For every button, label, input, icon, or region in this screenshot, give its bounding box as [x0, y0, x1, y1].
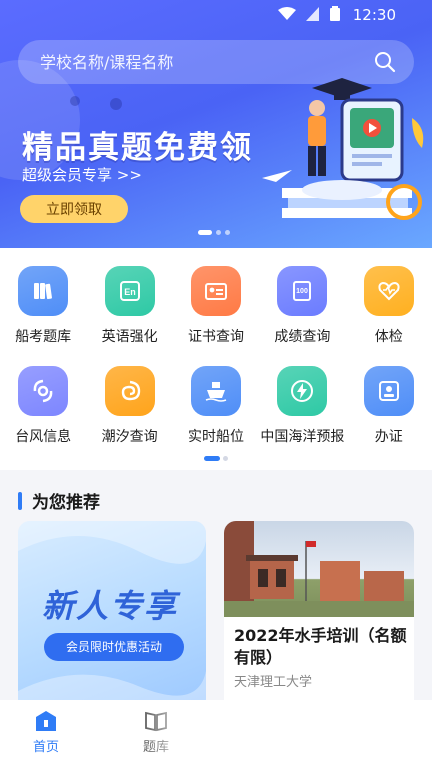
grid-item[interactable]: 潮汐查询	[86, 366, 172, 446]
promo-pill[interactable]: 会员限时优惠活动	[44, 633, 184, 661]
svg-text:En: En	[124, 287, 136, 297]
decor-dot	[70, 96, 80, 106]
course-photo	[224, 521, 414, 617]
search-input[interactable]	[40, 52, 360, 72]
grid-item-label: 成绩查询	[274, 329, 331, 345]
grid-pagination	[204, 456, 228, 461]
grid-item[interactable]: 体检	[346, 266, 432, 346]
promo-title: 新人专享	[42, 587, 179, 625]
section-title: 为您推荐	[32, 493, 100, 513]
grid-item-label: 中国海洋预报	[260, 429, 345, 445]
id-card-icon	[363, 366, 414, 416]
battery-icon	[330, 6, 340, 21]
feature-grid: 船考题库 En 英语强化 证书查询 100 成绩查询 体检台风信息 潮汐查询 实时船位 中国海洋预…	[0, 266, 432, 446]
banner-title: 精品真题免费领	[22, 130, 253, 166]
ship-icon	[190, 366, 241, 416]
course-card[interactable]: 2022年水手培训（名额有限） 天津理工大学	[224, 521, 414, 711]
grid-item[interactable]: 100 成绩查询	[259, 266, 345, 346]
grid-item-label: 体检	[374, 329, 403, 345]
grid-item[interactable]: 实时船位	[173, 366, 259, 446]
grid-item-label: 船考题库	[15, 329, 72, 345]
bottom-nav: 首页 题库	[0, 700, 432, 768]
status-time: 12:30	[352, 6, 396, 24]
wifi-icon	[278, 6, 296, 20]
grid-item-label: 实时船位	[187, 429, 244, 445]
course-title: 2022年水手培训（名额有限）	[234, 626, 407, 667]
grid-item[interactable]: 中国海洋预报	[259, 366, 345, 446]
grid-item[interactable]: En 英语强化	[86, 266, 172, 346]
nav-item-home[interactable]: 首页	[16, 710, 76, 755]
banner-subtitle[interactable]: 超级会员专享 >>	[22, 164, 142, 185]
app-screen: 12:30 精品真题免费领 超级会员专享 >> 立即领取	[0, 0, 432, 768]
grid-item-label: 英语强化	[101, 329, 158, 345]
promo-card[interactable]: 新人专享 会员限时优惠活动	[18, 521, 206, 711]
svg-text:100: 100	[297, 288, 309, 295]
grid-item[interactable]: 船考题库	[0, 266, 86, 346]
grid-item-label: 证书查询	[187, 329, 244, 345]
signal-icon	[306, 6, 319, 21]
claim-button[interactable]: 立即领取	[20, 195, 128, 223]
course-school: 天津理工大学	[234, 675, 313, 690]
banner-pagination	[198, 230, 230, 235]
tide-icon	[104, 366, 155, 416]
status-bar: 12:30	[0, 0, 432, 30]
section-header: 为您推荐	[18, 488, 100, 513]
grid-item-label: 办证	[374, 429, 403, 445]
typhoon-icon	[18, 366, 69, 416]
heart-icon	[363, 266, 414, 316]
grid-item[interactable]: 台风信息	[0, 366, 86, 446]
lightning-icon	[277, 366, 328, 416]
decor-dot	[110, 98, 122, 110]
search-icon[interactable]	[374, 51, 396, 73]
books-icon	[18, 266, 69, 316]
grid-item-label: 潮汐查询	[101, 429, 158, 445]
nav-label-home: 首页	[32, 740, 59, 755]
home-icon	[36, 711, 56, 731]
certificate-icon	[190, 266, 241, 316]
banner-illustration	[262, 78, 424, 220]
grid-item[interactable]: 证书查询	[173, 266, 259, 346]
grid-item-label: 台风信息	[15, 429, 72, 445]
grid-item[interactable]: 办证	[346, 366, 432, 446]
section-accent-bar	[18, 491, 22, 510]
nav-fade-overlay	[130, 700, 432, 768]
feature-grid-card: 船考题库 En 英语强化 证书查询 100 成绩查询 体检台风信息 潮汐查询 实时船位 中国海洋预…	[0, 248, 432, 470]
hero-banner[interactable]: 12:30 精品真题免费领 超级会员专享 >> 立即领取	[0, 0, 432, 248]
score-icon: 100	[277, 266, 328, 316]
english-icon: En	[104, 266, 155, 316]
